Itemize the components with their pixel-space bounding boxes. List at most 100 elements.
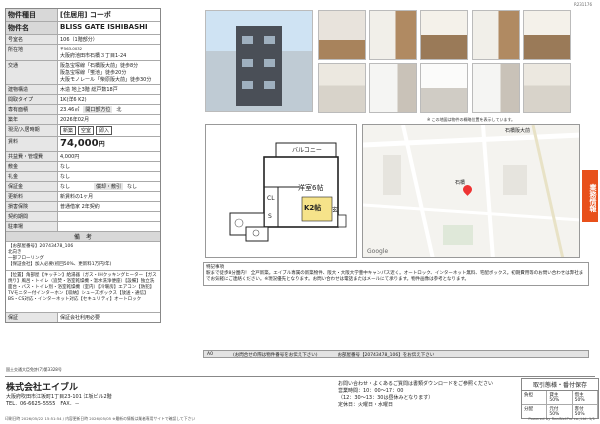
address-value: 大阪府池田市石橋３丁目1-24 — [60, 53, 127, 59]
special-notes: 特記事項 駅まで徒歩8分圏内！ 全戸新築。エイブル専属の新築物件、阪大・大阪大学… — [203, 262, 589, 286]
keep-label: 保証金 — [6, 182, 58, 191]
fee-value: 4,000円 — [60, 154, 80, 160]
balcony-label: バルコニー — [292, 147, 322, 154]
status-tag: 空室 — [78, 126, 95, 135]
structure-label: 建物構造 — [6, 85, 58, 94]
closet-label: CL — [267, 195, 275, 202]
room-label: 洋室6帖 — [298, 184, 324, 192]
structure-value: 木造 地上3階 総戸数18戸 — [60, 87, 118, 93]
contact-line: お問い合わせ・よくあるご質問は書類ダウンロードをご参照ください — [338, 381, 494, 387]
lease-label: 契約期間 — [6, 212, 58, 221]
strip-label: A0 — [207, 352, 213, 357]
traffic-line: 大阪モノレール「柴原阪大前」徒歩30分 — [60, 77, 152, 83]
kitchen-label: K2帖 — [304, 204, 322, 212]
room-photo[interactable] — [369, 10, 417, 60]
company-tel: TEL．06-6625-5555 FAX．－ — [6, 401, 80, 407]
room-photo[interactable] — [369, 63, 417, 113]
printed-date: 印刷日時 2026/05/22 15:51:54 / 内容更新日時 2026/0… — [5, 416, 196, 421]
page-number: R231176 — [573, 2, 592, 7]
built-label: 築年 — [6, 115, 58, 124]
entry-label: 玄 — [332, 207, 339, 214]
contact-line: 定休日：火曜日・水曜日 — [338, 402, 394, 408]
company-name: 株式会社エイブル — [6, 383, 79, 393]
status-label: 現況/入居時期 — [6, 125, 58, 136]
room-photo[interactable] — [523, 63, 571, 113]
room-label: 号室名 — [6, 35, 58, 44]
contact-info: お問い合わせ・よくあるご質問は書類ダウンロードをご参照ください 営業時間：10：… — [338, 381, 493, 409]
area-map[interactable]: 石橋阪大前 石橋 Google — [362, 124, 580, 258]
keep-value: なし — [60, 184, 71, 190]
key-money-value: なし — [60, 174, 71, 180]
guarantee-label: 保証 — [6, 313, 58, 322]
room-photo[interactable] — [472, 63, 520, 113]
direction-label: 開口部方位 — [83, 106, 113, 113]
layout-label: 間取タイプ — [6, 95, 58, 104]
notes-header: 備 考 — [6, 232, 160, 242]
key-money-label: 礼金 — [6, 172, 58, 181]
deposit-label: 敷金 — [6, 162, 58, 171]
room-photo[interactable] — [420, 10, 468, 60]
room-photo[interactable] — [318, 63, 366, 113]
traffic-label: 交通 — [6, 61, 58, 84]
insurance-value: 普通借家 2年契約 — [60, 204, 100, 210]
lease-value — [58, 212, 160, 221]
property-name: BLISS GATE ISHIBASHI — [60, 23, 148, 31]
parking-value — [58, 222, 160, 231]
status-tag: 新築 — [60, 126, 77, 135]
notes-block: 【お部屋番号】20743478_106 北向き 一部フローリング 【保証会社】加… — [6, 242, 160, 271]
deal-terms-table: 取引態様・番付保存 負担 貸主 50% 借主 50% 分配 元付 50% 客付 50% — [521, 378, 599, 419]
note-line: 【保証会社】加入必要(初回50%、更新料1万円/年) — [8, 262, 112, 267]
room-photo[interactable] — [472, 10, 520, 60]
deal-header: 取引態様・番付保存 — [522, 379, 598, 391]
fee-label: 共益費・管理費 — [6, 152, 58, 161]
rent-label: 賃料 — [6, 137, 58, 151]
renew-label: 更新料 — [6, 192, 58, 201]
rent-unit: 円 — [98, 141, 105, 148]
station-label: 石橋阪大前 — [505, 128, 531, 134]
business-info-tab[interactable]: 業務情報 — [582, 170, 598, 222]
strip-text: お部屋番号【20743478_106】をお伝え下さい — [337, 353, 435, 358]
deal-cell: 負担 — [522, 391, 548, 404]
print-footer: 印刷日時 2026/05/22 15:51:54 / 内容更新日時 2026/0… — [5, 416, 595, 422]
type-label: 物件種目 — [6, 9, 58, 21]
building-photo[interactable] — [205, 10, 313, 112]
floor-plan-drawing — [229, 142, 347, 242]
license-number: 国土交通大臣免許(7)第3328号 — [6, 367, 62, 372]
parking-label: 駐車場 — [6, 222, 58, 231]
address-label: 所在地 — [6, 45, 58, 60]
traffic-line: 阪急宝塚線「石橋阪大前」徒歩8分 — [60, 63, 139, 69]
shoe-box-label: S — [268, 213, 272, 220]
strip-text: (お問合せの際は物件番号をお伝え下さい) — [232, 353, 318, 358]
rent-value: 74,000 — [60, 138, 99, 149]
amort-value: なし — [127, 184, 138, 190]
deal-cell: 借主 50% — [573, 391, 598, 404]
facilities-text: 【位置】角部屋【キッチン】給湯器（ガス・IHクッキングヒーター【ガス焼り】風呂・… — [6, 271, 160, 313]
guarantee-value: 保証会社利用必要 — [60, 315, 101, 321]
room-photo[interactable] — [420, 63, 468, 113]
special-notes-body: 駅まで徒歩8分圏内！ 全戸新築。エイブル専属の新築物件、阪大・大阪大学豊中キャン… — [206, 271, 584, 282]
contact-line: 営業時間：10：00〜17：00 — [338, 388, 404, 394]
powered-by: Powered by RealNetPro co.,Ltd. 1/1 — [528, 416, 595, 421]
map-note: ※ この地図は物件の概略位置を表示しています。 — [426, 117, 516, 122]
google-logo: Google — [367, 248, 389, 255]
inquiry-strip: A0 (お問合せの際は物件番号をお伝え下さい) お部屋番号【20743478_1… — [203, 350, 589, 358]
layout-value: 1K(洋6 K2) — [60, 97, 87, 103]
company-address: 大阪府吹田市江坂町1丁目23-101 江坂ビル2階 — [6, 394, 112, 400]
type-value: [住居用] コーポ — [60, 11, 111, 19]
floor-plan: バルコニー 洋室6帖 K2帖 CL S 玄 — [205, 124, 357, 258]
status-tag: 即入 — [96, 126, 113, 135]
place-label: 石橋 — [455, 180, 466, 186]
amort-label: 償却・敷引 — [94, 183, 124, 190]
room-value: 106（1階部分） — [60, 37, 98, 43]
built-value: 2026年02月 — [60, 117, 90, 123]
deposit-value: なし — [60, 164, 71, 170]
traffic-line: 阪急宝塚線「蛍池」徒歩20分 — [60, 70, 127, 76]
room-photo[interactable] — [523, 10, 571, 60]
property-spec-table: 物件種目 [住居用] コーポ 物件名 BLISS GATE ISHIBASHI 号室… — [5, 8, 161, 323]
name-label: 物件名 — [6, 22, 58, 34]
area-label: 専有面積 — [6, 105, 58, 114]
insurance-label: 損害保険 — [6, 202, 58, 211]
room-photo[interactable] — [318, 10, 366, 60]
contact-line: （12：30〜13：30は昼休みとなります） — [338, 395, 434, 401]
renew-value: 新賃料の1ヶ月 — [60, 194, 94, 200]
